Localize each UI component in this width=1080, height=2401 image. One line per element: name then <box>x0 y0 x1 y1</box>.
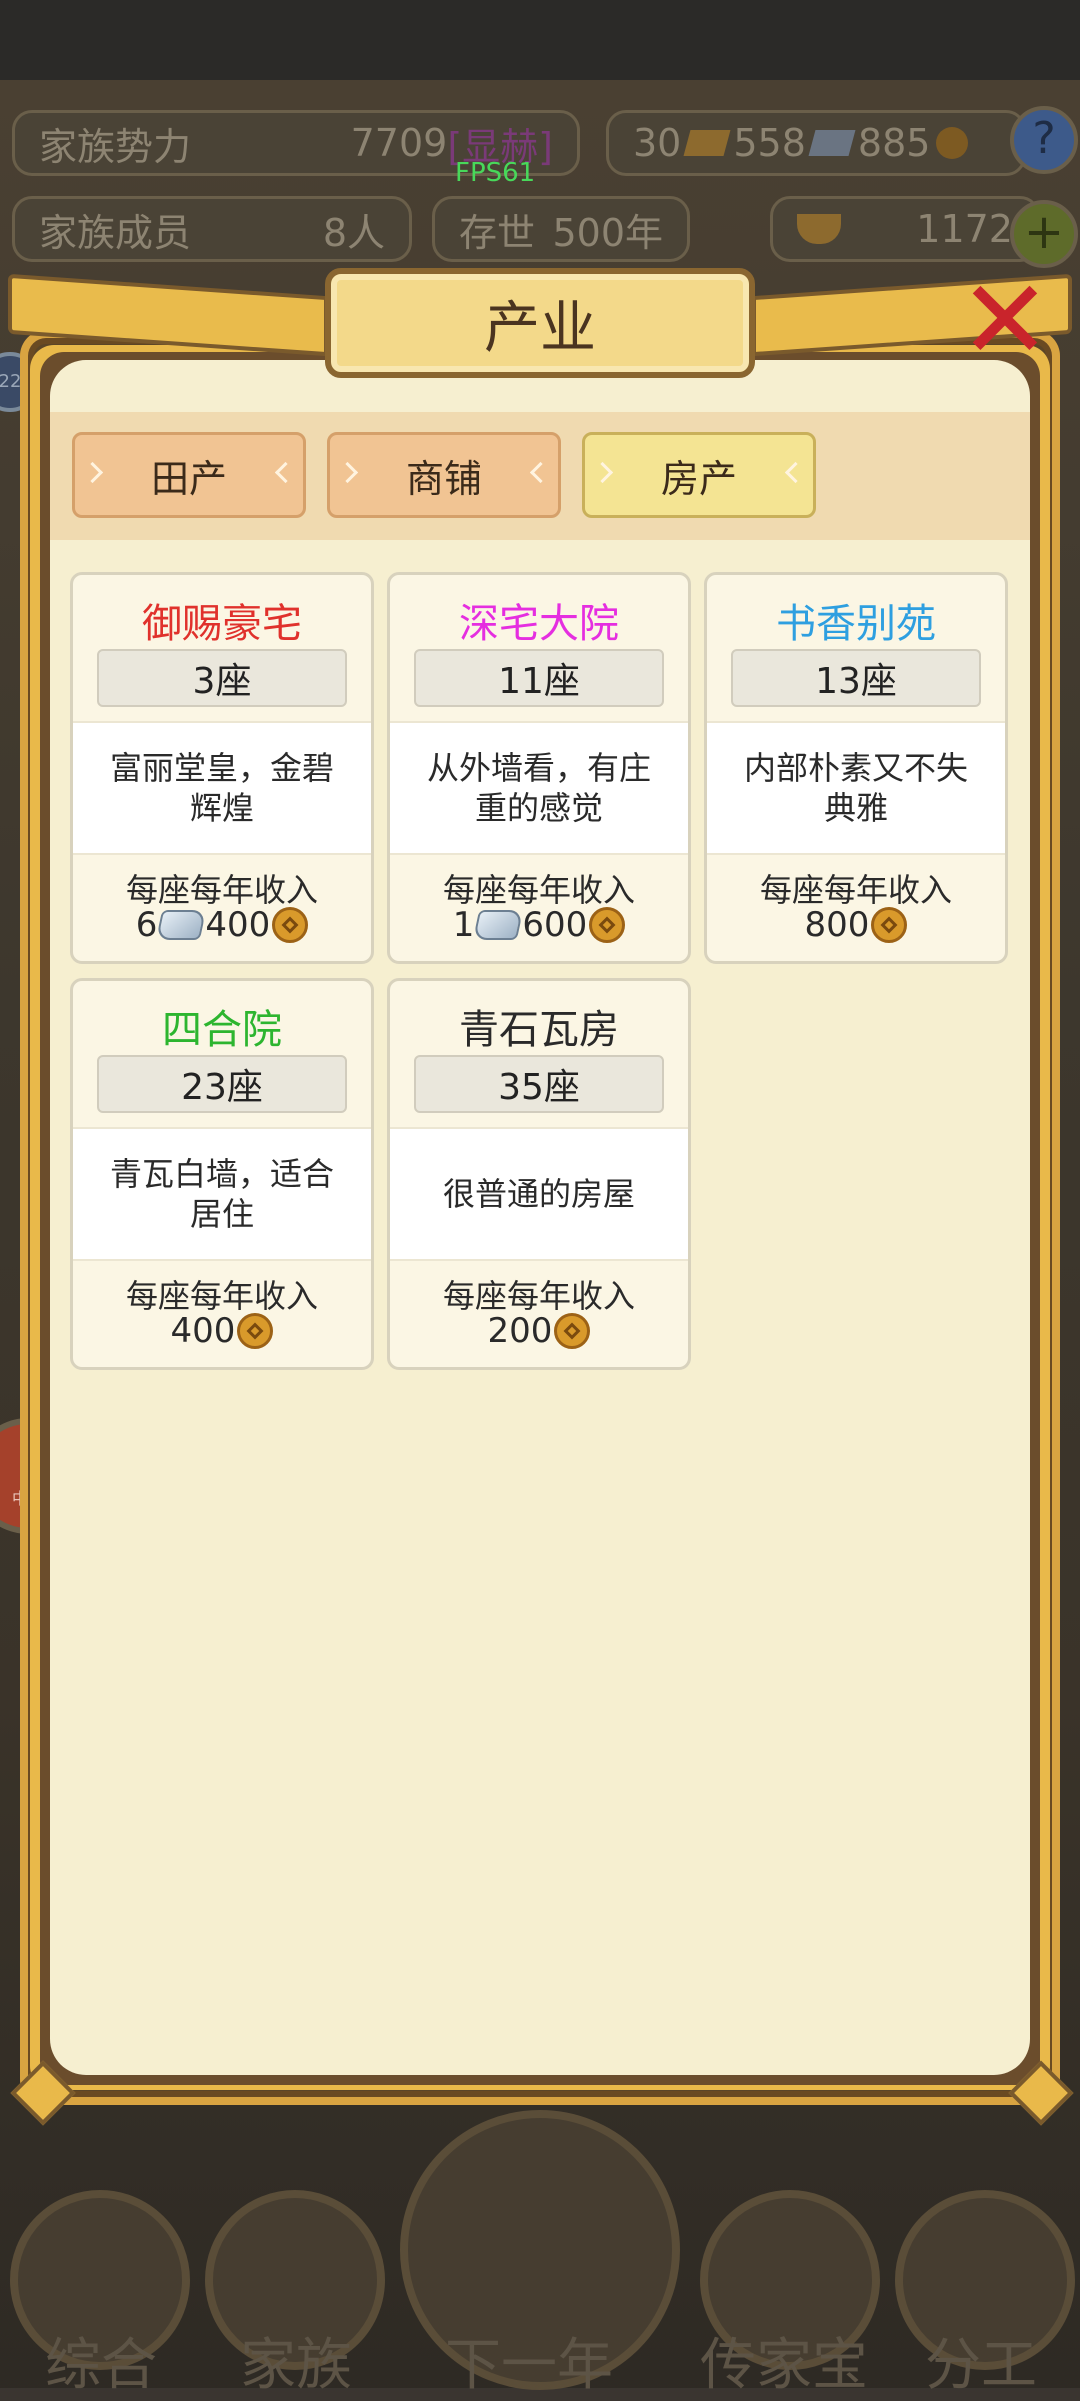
status-bar <box>0 0 1080 80</box>
nav-division-label: 分工 <box>925 2333 1037 2398</box>
silver-amount: 6 <box>135 905 158 945</box>
ingot-icon <box>797 214 841 244</box>
coin-icon <box>272 907 309 943</box>
coin-amount: 200 <box>487 1311 553 1351</box>
property-name: 御赐豪宅 <box>142 601 302 647</box>
ingot-value: 1172 <box>916 207 1013 251</box>
ingot-bar: 1172 <box>770 196 1040 262</box>
property-description: 从外墙看，有庄重的感觉 <box>390 721 688 855</box>
nav-next-year-label: 下一年 <box>445 2333 613 2398</box>
tab-farmland[interactable]: 田产 <box>72 432 306 518</box>
close-icon[interactable]: ✕ <box>950 265 1060 375</box>
property-name: 四合院 <box>162 1007 282 1053</box>
property-description: 很普通的房屋 <box>390 1127 688 1261</box>
property-name: 青石瓦房 <box>459 1007 619 1053</box>
property-count: 35座 <box>414 1055 664 1113</box>
coin-icon <box>936 127 969 159</box>
nav-family-label: 家族 <box>240 2333 352 2398</box>
members-bar: 家族成员 8人 <box>12 196 412 262</box>
property-card-stone-tile-house[interactable]: 青石瓦房 35座 很普通的房屋 每座每年收入 200 <box>387 978 691 1370</box>
property-card-siheyuan[interactable]: 四合院 23座 青瓦白墙，适合居住 每座每年收入 400 <box>70 978 374 1370</box>
members-value: 8人 <box>322 210 385 255</box>
gold-bar-icon <box>683 130 731 156</box>
panel-title-plate: 产业 <box>325 268 755 378</box>
property-card-scholar-villa[interactable]: 书香别苑 13座 内部朴素又不失典雅 每座每年收入 800 <box>704 572 1008 964</box>
silver-ingot-icon <box>156 910 207 940</box>
silver-bar-icon <box>808 130 856 156</box>
property-card-deep-courtyard[interactable]: 深宅大院 11座 从外墙看，有庄重的感觉 每座每年收入 1 600 <box>387 572 691 964</box>
coin-amount: 400 <box>205 905 271 945</box>
coin-value: 885 <box>857 121 931 165</box>
coin-icon <box>589 907 626 943</box>
tab-farmland-label: 田产 <box>150 456 227 501</box>
family-power-label: 家族势力 <box>39 124 192 169</box>
property-name: 书香别苑 <box>776 601 936 647</box>
property-count: 11座 <box>414 649 664 707</box>
help-icon[interactable]: ? <box>1010 106 1078 174</box>
currency-bar: 30 558 885 <box>606 110 1026 176</box>
income-value: 1 600 <box>390 905 688 945</box>
silver-value: 558 <box>733 121 806 165</box>
coin-amount: 800 <box>804 905 870 945</box>
coin-amount: 600 <box>522 905 588 945</box>
income-value: 200 <box>390 1311 688 1351</box>
tab-real-estate-label: 房产 <box>660 456 737 501</box>
income-value: 400 <box>73 1311 371 1351</box>
tab-real-estate[interactable]: 房产 <box>582 432 816 518</box>
property-count: 13座 <box>731 649 981 707</box>
tab-shops-label: 商铺 <box>405 456 482 501</box>
property-card-imperial-mansion[interactable]: 御赐豪宅 3座 富丽堂皇，金碧辉煌 每座每年收入 6 400 <box>70 572 374 964</box>
family-power-value: 7709 <box>350 121 448 165</box>
panel-title: 产业 <box>484 295 596 361</box>
tab-shops[interactable]: 商铺 <box>327 432 561 518</box>
nav-heirloom-label: 传家宝 <box>700 2333 868 2398</box>
silver-amount: 1 <box>452 905 475 945</box>
silver-ingot-icon <box>473 910 524 940</box>
property-description: 青瓦白墙，适合居住 <box>73 1127 371 1261</box>
coin-icon <box>871 907 908 943</box>
coin-icon <box>237 1313 274 1349</box>
coin-amount: 400 <box>170 1311 236 1351</box>
income-value: 6 400 <box>73 905 371 945</box>
coin-icon <box>554 1313 591 1349</box>
members-label: 家族成员 <box>39 210 192 255</box>
property-description: 内部朴素又不失典雅 <box>707 721 1005 855</box>
survival-label: 存世 <box>459 210 536 255</box>
gold-value: 30 <box>633 121 682 165</box>
property-description: 富丽堂皇，金碧辉煌 <box>73 721 371 855</box>
income-value: 800 <box>707 905 1005 945</box>
fps-counter: FPS61 <box>455 158 536 188</box>
nav-overview-label: 综合 <box>45 2333 157 2398</box>
property-count: 3座 <box>97 649 347 707</box>
property-name: 深宅大院 <box>459 601 619 647</box>
survival-value: 500年 <box>552 210 663 255</box>
survival-bar: 存世 500年 <box>432 196 690 262</box>
property-count: 23座 <box>97 1055 347 1113</box>
